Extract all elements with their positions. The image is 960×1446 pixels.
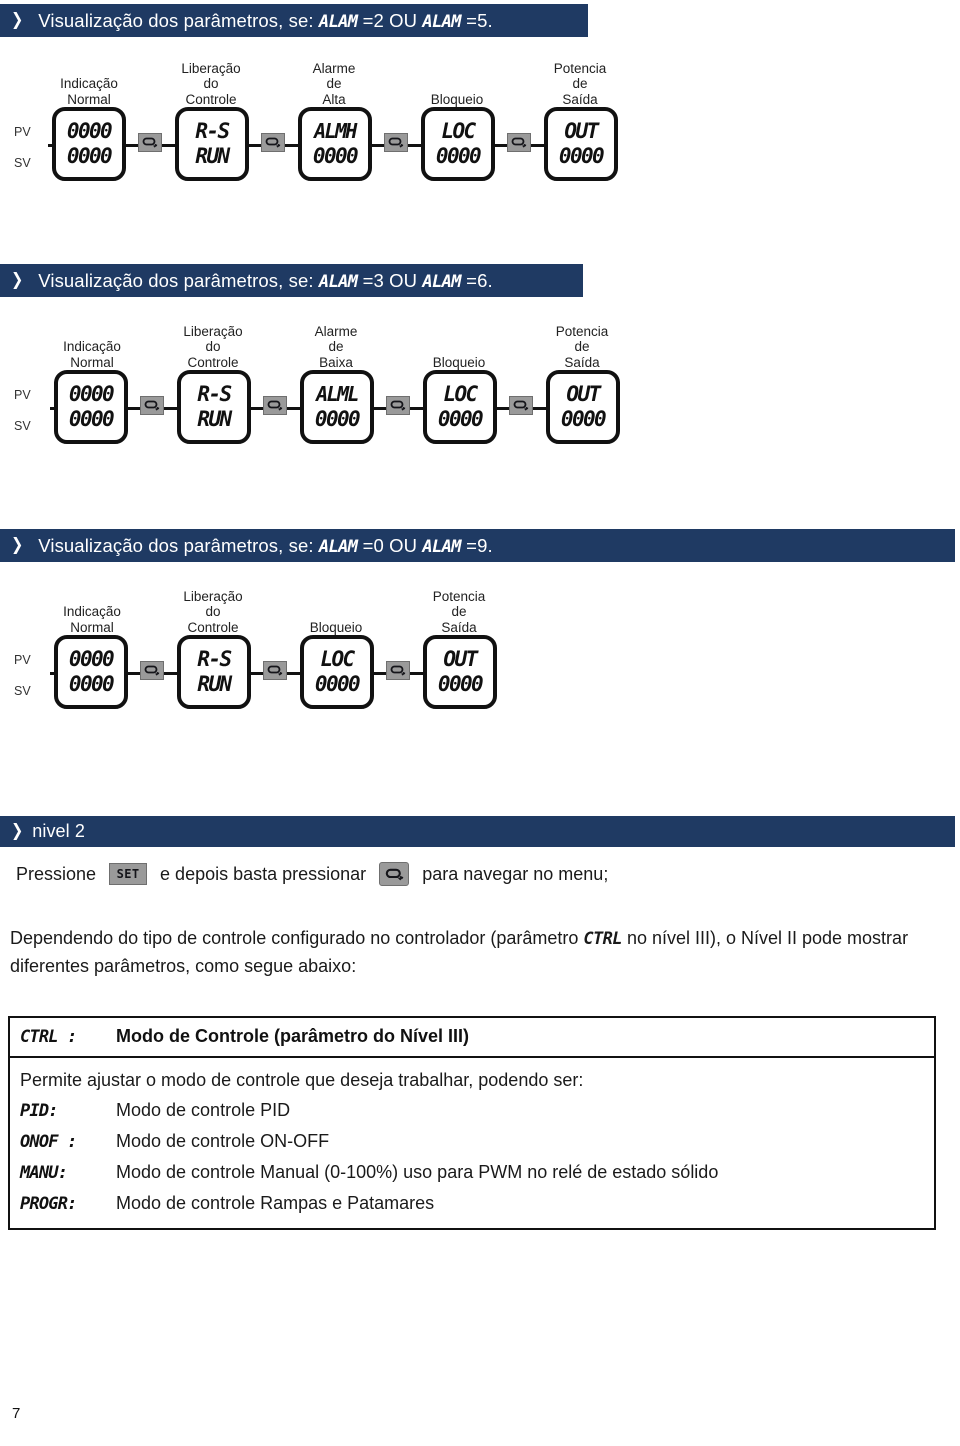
option-code: ONOF :	[20, 1132, 77, 1152]
loop-arrow-icon[interactable]	[379, 862, 410, 886]
section-header-label: Visualização dos parâmetros, se: ALAM =2…	[38, 9, 493, 32]
section-header-label: nivel 2	[32, 821, 85, 841]
table-intro-text: Permite ajustar o modo de controle que d…	[20, 1070, 584, 1090]
panel-caption: Bloqueio	[430, 91, 484, 107]
section-header-label: Visualização dos parâmetros, se: ALAM =3…	[38, 269, 493, 292]
panel-caption: Potencia de Saída	[432, 588, 486, 635]
option-description: Modo de controle PID	[116, 1100, 291, 1120]
display-panel-bloqueio: LOC 0000	[423, 370, 497, 444]
option-description: Modo de controle Rampas e Patamares	[116, 1193, 435, 1213]
page-number: 7	[12, 1405, 21, 1422]
set-key-button[interactable]: SET	[109, 863, 148, 885]
table-row: ONOF : Modo de controle ON-OFF	[20, 1126, 934, 1157]
chevron-right-icon: ❯	[11, 821, 24, 841]
table-row: PID: Modo de controle PID	[20, 1095, 934, 1126]
panel-caption: Bloqueio	[432, 354, 486, 370]
display-panel-liberacao-controle: R-S RUN	[177, 370, 251, 444]
display-panel-indicacao-normal: 0000 0000	[54, 370, 128, 444]
instruction-part-2: e depois basta pressionar	[160, 863, 367, 884]
panel-caption: Liberação do Controle	[183, 323, 243, 370]
pv-label: PV	[14, 653, 31, 667]
display-panel-bloqueio: LOC 0000	[300, 635, 374, 709]
section-header-alam-3-6: ❯ Visualização dos parâmetros, se: ALAM …	[0, 264, 583, 297]
panel-caption: Indicação Normal	[60, 76, 118, 107]
sv-label: SV	[14, 419, 31, 433]
panel-caption: Alarme de Baixa	[314, 323, 358, 370]
loop-arrow-icon	[140, 396, 164, 415]
table-row: MANU: Modo de controle Manual (0-100%) u…	[20, 1157, 934, 1188]
display-panel-alarme-baixa: ALML 0000	[300, 370, 374, 444]
panel-caption: Alarme de Alta	[312, 60, 356, 107]
instruction-part-1: Pressione	[16, 863, 97, 884]
display-panel-liberacao-controle: R-S RUN	[175, 107, 249, 181]
display-panel-alarme-alta: ALMH 0000	[298, 107, 372, 181]
instruction-part-3: para navegar no menu;	[422, 863, 609, 884]
parameter-table: CTRL : Modo de Controle (parâmetro do Ní…	[8, 1016, 936, 1230]
loop-arrow-icon	[509, 396, 533, 415]
chevron-right-icon: ❯	[11, 535, 24, 555]
section-header-alam-2-5: ❯ Visualização dos parâmetros, se: ALAM …	[0, 4, 588, 37]
chevron-right-icon: ❯	[11, 10, 24, 30]
panel-caption: Indicação Normal	[63, 604, 121, 635]
panel-caption: Liberação do Controle	[183, 588, 243, 635]
panel-caption: Indicação Normal	[63, 339, 121, 370]
pv-label: PV	[14, 125, 31, 139]
display-panel-indicacao-normal: 0000 0000	[52, 107, 126, 181]
level-description-paragraph: Dependendo do tipo de controle configura…	[10, 928, 909, 976]
loop-arrow-icon	[386, 396, 410, 415]
navigation-instruction: Pressione SET e depois basta pressionar …	[10, 862, 614, 886]
option-code: PROGR:	[20, 1194, 77, 1214]
parameter-code: CTRL :	[20, 1027, 77, 1047]
loop-arrow-icon	[384, 133, 408, 152]
loop-arrow-icon	[138, 133, 162, 152]
loop-arrow-icon	[140, 661, 164, 680]
option-code: MANU:	[20, 1163, 68, 1183]
parameter-title: Modo de Controle (parâmetro do Nível III…	[116, 1026, 470, 1046]
panel-caption: Liberação do Controle	[181, 60, 241, 107]
section-header-label: Visualização dos parâmetros, se: ALAM =0…	[38, 534, 493, 557]
loop-arrow-icon	[263, 661, 287, 680]
section-header-alam-0-9: ❯ Visualização dos parâmetros, se: ALAM …	[0, 529, 955, 562]
display-panel-liberacao-controle: R-S RUN	[177, 635, 251, 709]
option-description: Modo de controle Manual (0-100%) uso par…	[116, 1162, 719, 1182]
loop-arrow-icon	[507, 133, 531, 152]
panel-caption: Bloqueio	[309, 619, 363, 635]
loop-arrow-icon	[386, 661, 410, 680]
sv-label: SV	[14, 684, 31, 698]
sv-label: SV	[14, 156, 31, 170]
loop-arrow-icon	[261, 133, 285, 152]
display-panel-indicacao-normal: 0000 0000	[54, 635, 128, 709]
section-header-nivel-2: ❯ nivel 2	[0, 816, 955, 847]
loop-arrow-icon	[263, 396, 287, 415]
table-row: PROGR: Modo de controle Rampas e Patamar…	[20, 1188, 934, 1219]
option-description: Modo de controle ON-OFF	[116, 1131, 330, 1151]
chevron-right-icon: ❯	[11, 270, 24, 290]
display-panel-bloqueio: LOC 0000	[421, 107, 495, 181]
table-body: Permite ajustar o modo de controle que d…	[10, 1058, 934, 1228]
panel-caption: Potencia de Saída	[553, 60, 607, 107]
pv-label: PV	[14, 388, 31, 402]
option-code: PID:	[20, 1101, 59, 1121]
display-panel-potencia-saida: OUT 0000	[546, 370, 620, 444]
display-panel-potencia-saida: OUT 0000	[544, 107, 618, 181]
display-panel-potencia-saida: OUT 0000	[423, 635, 497, 709]
panel-caption: Potencia de Saída	[555, 323, 609, 370]
table-header-row: CTRL : Modo de Controle (parâmetro do Ní…	[10, 1018, 934, 1058]
